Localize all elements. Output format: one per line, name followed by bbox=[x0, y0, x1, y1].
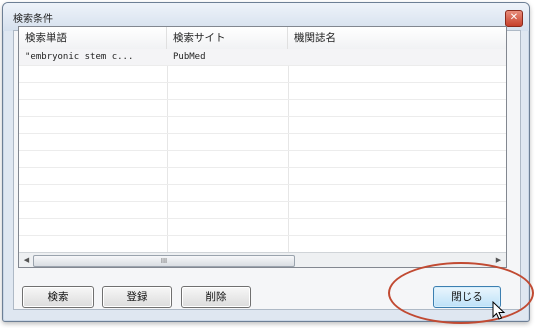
search-button[interactable]: 検索 bbox=[22, 286, 94, 308]
list-rows: "embryonic stem c... PubMed bbox=[19, 49, 506, 253]
grip-icon: III bbox=[160, 257, 168, 265]
search-conditions-dialog: 検索条件 ✕ 検索単語 検索サイト 機関誌名 "embryonic stem c… bbox=[2, 2, 530, 322]
scroll-left-icon[interactable]: ◀ bbox=[20, 254, 33, 266]
delete-button[interactable]: 削除 bbox=[181, 286, 251, 308]
column-header-journal-name[interactable]: 機関誌名 bbox=[288, 27, 506, 49]
horizontal-scrollbar[interactable]: ◀ III ▶ bbox=[19, 252, 506, 267]
empty-row bbox=[19, 168, 506, 185]
scroll-right-icon[interactable]: ▶ bbox=[492, 254, 505, 266]
cell-journal-name bbox=[288, 49, 506, 65]
empty-row bbox=[19, 151, 506, 168]
column-header-search-site[interactable]: 検索サイト bbox=[167, 27, 288, 49]
empty-row bbox=[19, 202, 506, 219]
empty-row bbox=[19, 83, 506, 100]
cell-search-term: "embryonic stem c... bbox=[25, 52, 134, 62]
list-header: 検索単語 検索サイト 機関誌名 bbox=[19, 27, 506, 50]
empty-row bbox=[19, 185, 506, 202]
search-conditions-list[interactable]: 検索単語 検索サイト 機関誌名 "embryonic stem c... Pub… bbox=[18, 26, 507, 268]
window-title: 検索条件 bbox=[13, 14, 53, 25]
scrollbar-thumb[interactable]: III bbox=[33, 255, 295, 267]
empty-row bbox=[19, 219, 506, 236]
cell-search-site: PubMed bbox=[173, 52, 206, 62]
column-header-search-term[interactable]: 検索単語 bbox=[19, 27, 167, 49]
empty-row bbox=[19, 134, 506, 151]
close-icon: ✕ bbox=[509, 12, 519, 23]
mouse-cursor-icon bbox=[492, 301, 506, 320]
table-row[interactable]: "embryonic stem c... PubMed bbox=[19, 49, 506, 66]
register-button[interactable]: 登録 bbox=[102, 286, 172, 308]
window-close-button[interactable]: ✕ bbox=[505, 10, 523, 27]
empty-row bbox=[19, 66, 506, 83]
empty-row bbox=[19, 100, 506, 117]
empty-row bbox=[19, 117, 506, 134]
close-button[interactable]: 閉じる bbox=[433, 286, 501, 308]
